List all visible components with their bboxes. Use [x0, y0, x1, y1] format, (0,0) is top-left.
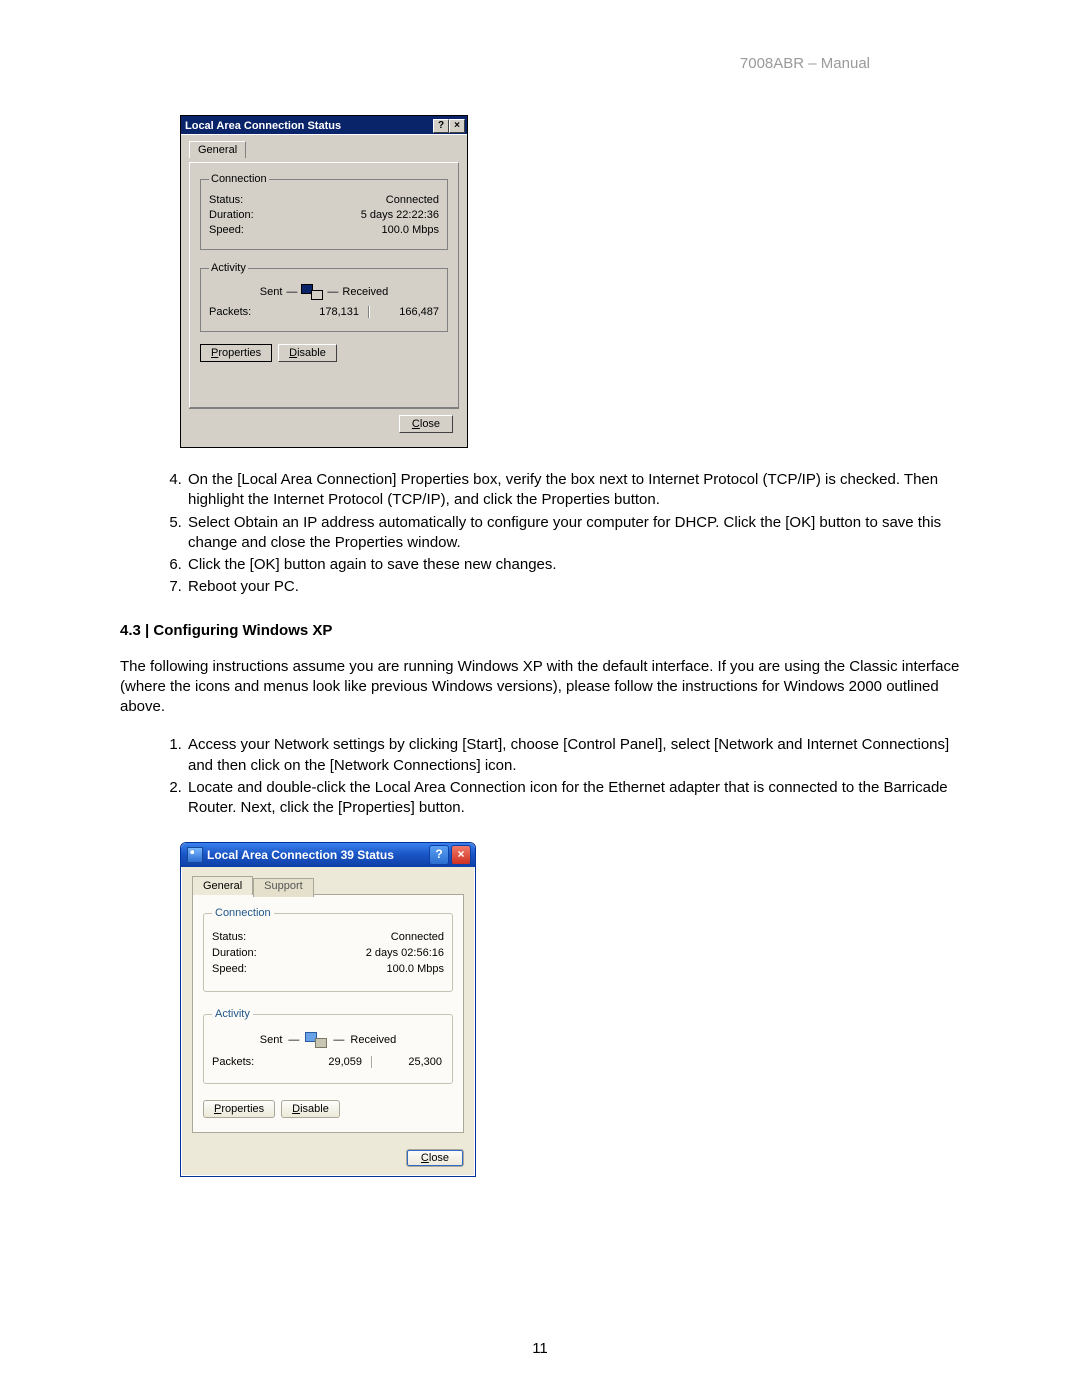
titlebar: Local Area Connection Status ? × [181, 116, 467, 134]
group-activity: Activity Sent — — Received Packets: 178,… [200, 262, 448, 332]
val-packets-sent: 29,059 [292, 1056, 362, 1071]
doc-header: 7008ABR – Manual [740, 55, 870, 72]
step-item: On the [Local Area Connection] Propertie… [186, 470, 960, 511]
section-heading: 4.3 | Configuring Windows XP [120, 622, 960, 639]
tab-support[interactable]: Support [253, 878, 314, 897]
val-speed: 100.0 Mbps [382, 224, 439, 236]
tab-general[interactable]: General [192, 876, 253, 895]
properties-button[interactable]: PPropertiesroperties [200, 344, 272, 362]
window-title: Local Area Connection 39 Status [207, 848, 394, 862]
dash-icon: — [288, 1034, 299, 1046]
step-item: Locate and double-click the Local Area C… [186, 778, 960, 819]
divider-icon [371, 1056, 373, 1068]
step-item: Select Obtain an IP address automaticall… [186, 513, 960, 554]
step-item: Access your Network settings by clicking… [186, 735, 960, 776]
divider-icon [368, 306, 370, 318]
val-speed: 100.0 Mbps [387, 963, 444, 975]
group-activity: Activity Sent — — Received Packets: 29,0… [203, 1008, 453, 1084]
section-intro: The following instructions assume you ar… [120, 657, 960, 718]
lbl-received: Received [342, 286, 388, 298]
window-title: Local Area Connection Status [185, 120, 341, 132]
group-connection: Connection Status: Connected Duration: 5… [200, 173, 448, 250]
page-number: 11 [0, 1340, 1080, 1357]
lbl-packets: Packets: [212, 1056, 292, 1071]
help-button[interactable]: ? [433, 119, 449, 133]
group-activity-legend: Activity [212, 1008, 253, 1020]
group-connection: Connection Status: Connected Duration: 2 d… [203, 907, 453, 992]
help-button[interactable]: ? [429, 845, 449, 865]
step-item: Reboot your PC. [186, 577, 960, 597]
lbl-duration: Duration: [209, 209, 254, 221]
close-button[interactable]: CloseClose [406, 1149, 464, 1167]
val-packets-recv: 166,487 [379, 306, 439, 321]
val-packets-recv: 25,300 [382, 1056, 442, 1071]
dash-icon: — [286, 286, 297, 298]
val-duration: 5 days 22:22:36 [361, 209, 439, 221]
dialog-winxp-lac-status: Local Area Connection 39 Status ? × Gene… [180, 842, 476, 1177]
val-status: Connected [391, 931, 444, 943]
network-computers-icon [305, 1032, 327, 1048]
group-connection-legend: Connection [209, 173, 269, 185]
tab-general[interactable]: General [189, 141, 246, 158]
group-activity-legend: Activity [209, 262, 248, 274]
close-button[interactable]: × [451, 845, 471, 865]
network-computers-icon [301, 284, 323, 300]
lbl-speed: Speed: [212, 963, 247, 975]
close-button[interactable]: × [449, 119, 465, 133]
lbl-duration: Duration: [212, 947, 257, 959]
close-button[interactable]: CloseClose [399, 415, 453, 433]
titlebar: Local Area Connection 39 Status ? × [181, 843, 475, 867]
lbl-speed: Speed: [209, 224, 244, 236]
ordered-list-steps-xp: Access your Network settings by clicking… [120, 735, 960, 818]
properties-button[interactable]: PropertiesProperties [203, 1100, 275, 1118]
lbl-status: Status: [212, 931, 246, 943]
lbl-sent: Sent [260, 1034, 283, 1046]
val-status: Connected [386, 194, 439, 206]
lbl-status: Status: [209, 194, 243, 206]
lbl-packets: Packets: [209, 306, 289, 321]
disable-button[interactable]: DisableDisable [278, 344, 337, 362]
lbl-received: Received [350, 1034, 396, 1046]
val-packets-sent: 178,131 [289, 306, 359, 321]
dash-icon: — [333, 1034, 344, 1046]
val-duration: 2 days 02:56:16 [366, 947, 444, 959]
disable-button[interactable]: DisableDisable [281, 1100, 340, 1118]
step-item: Click the [OK] button again to save thes… [186, 555, 960, 575]
lbl-sent: Sent [260, 286, 283, 298]
ordered-list-steps-2000: On the [Local Area Connection] Propertie… [120, 470, 960, 598]
dash-icon: — [327, 286, 338, 298]
connection-icon [187, 847, 203, 863]
dialog-win2000-lac-status: Local Area Connection Status ? × General… [180, 115, 468, 448]
group-connection-legend: Connection [212, 907, 274, 919]
